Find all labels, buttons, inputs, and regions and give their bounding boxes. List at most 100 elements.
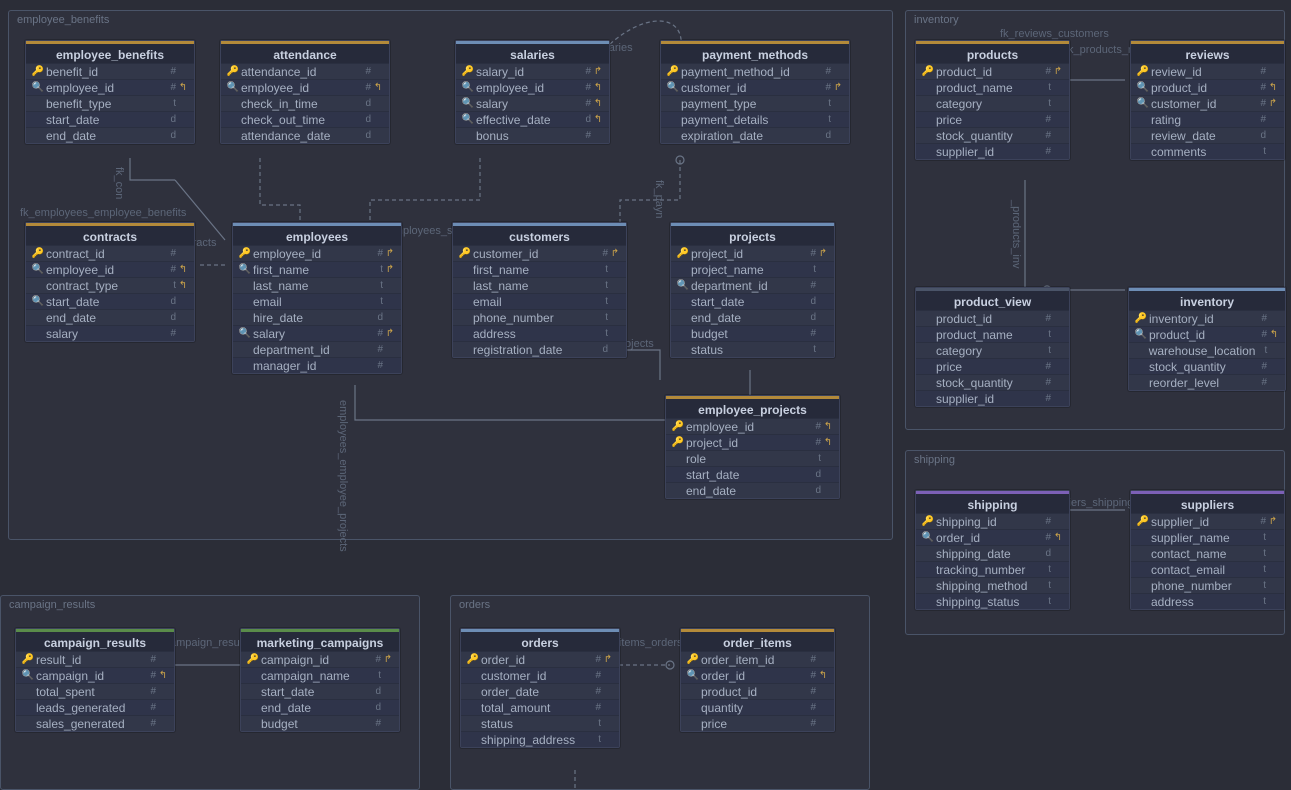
- column-row[interactable]: end_date d: [26, 127, 194, 143]
- column-row[interactable]: order_date #: [461, 683, 619, 699]
- column-row[interactable]: tracking_number t: [916, 561, 1069, 577]
- column-row[interactable]: stock_quantity #: [916, 127, 1069, 143]
- column-row[interactable]: campaign_name t: [241, 667, 399, 683]
- entity-reviews[interactable]: reviews 🔑 review_id # 🔍 product_id # ↰ 🔍…: [1130, 40, 1285, 160]
- column-row[interactable]: 🔑 contract_id #: [26, 245, 194, 261]
- column-row[interactable]: 🔑 employee_id # ↰: [666, 418, 839, 434]
- column-row[interactable]: 🔍 start_date d: [26, 293, 194, 309]
- column-row[interactable]: budget #: [241, 715, 399, 731]
- column-row[interactable]: 🔑 product_id # ↱: [916, 63, 1069, 79]
- column-row[interactable]: supplier_name t: [1131, 529, 1284, 545]
- column-row[interactable]: bonus #: [456, 127, 609, 143]
- column-row[interactable]: comments t: [1131, 143, 1284, 159]
- column-row[interactable]: last_name t: [453, 277, 626, 293]
- column-row[interactable]: product_id #: [681, 683, 834, 699]
- column-row[interactable]: status t: [461, 715, 619, 731]
- column-row[interactable]: 🔑 payment_method_id #: [661, 63, 849, 79]
- column-row[interactable]: project_name t: [671, 261, 834, 277]
- column-row[interactable]: 🔑 shipping_id #: [916, 513, 1069, 529]
- column-row[interactable]: salary #: [26, 325, 194, 341]
- column-row[interactable]: product_id #: [916, 310, 1069, 326]
- column-row[interactable]: 🔑 result_id #: [16, 651, 174, 667]
- column-row[interactable]: 🔍 campaign_id # ↰: [16, 667, 174, 683]
- column-row[interactable]: category t: [916, 342, 1069, 358]
- column-row[interactable]: shipping_date d: [916, 545, 1069, 561]
- column-row[interactable]: 🔍 employee_id # ↰: [26, 261, 194, 277]
- column-row[interactable]: category t: [916, 95, 1069, 111]
- column-row[interactable]: end_date d: [26, 309, 194, 325]
- column-row[interactable]: 🔍 effective_date d ↰: [456, 111, 609, 127]
- entity-inventory[interactable]: inventory 🔑 inventory_id # 🔍 product_id …: [1128, 287, 1286, 391]
- column-row[interactable]: 🔑 salary_id # ↱: [456, 63, 609, 79]
- column-row[interactable]: product_name t: [916, 326, 1069, 342]
- column-row[interactable]: 🔍 order_id # ↰: [916, 529, 1069, 545]
- column-row[interactable]: 🔍 order_id # ↰: [681, 667, 834, 683]
- column-row[interactable]: supplier_id #: [916, 143, 1069, 159]
- column-row[interactable]: expiration_date d: [661, 127, 849, 143]
- column-row[interactable]: check_out_time d: [221, 111, 389, 127]
- column-row[interactable]: 🔑 project_id # ↱: [671, 245, 834, 261]
- column-row[interactable]: 🔍 product_id # ↰: [1129, 326, 1285, 342]
- column-row[interactable]: rating #: [1131, 111, 1284, 127]
- column-row[interactable]: last_name t: [233, 277, 401, 293]
- entity-order-items[interactable]: order_items 🔑 order_item_id # 🔍 order_id…: [680, 628, 835, 732]
- column-row[interactable]: email t: [453, 293, 626, 309]
- entity-payment-methods[interactable]: payment_methods 🔑 payment_method_id # 🔍 …: [660, 40, 850, 144]
- column-row[interactable]: end_date d: [241, 699, 399, 715]
- column-row[interactable]: manager_id #: [233, 357, 401, 373]
- column-row[interactable]: review_date d: [1131, 127, 1284, 143]
- column-row[interactable]: 🔑 employee_id # ↱: [233, 245, 401, 261]
- entity-marketing-campaigns[interactable]: marketing_campaigns 🔑 campaign_id # ↱ ca…: [240, 628, 400, 732]
- column-row[interactable]: benefit_type t: [26, 95, 194, 111]
- entity-orders[interactable]: orders 🔑 order_id # ↱ customer_id # orde…: [460, 628, 620, 748]
- column-row[interactable]: check_in_time d: [221, 95, 389, 111]
- column-row[interactable]: 🔍 customer_id # ↱: [661, 79, 849, 95]
- column-row[interactable]: start_date d: [241, 683, 399, 699]
- column-row[interactable]: contact_name t: [1131, 545, 1284, 561]
- column-row[interactable]: sales_generated #: [16, 715, 174, 731]
- entity-employees[interactable]: employees 🔑 employee_id # ↱ 🔍 first_name…: [232, 222, 402, 374]
- column-row[interactable]: stock_quantity #: [916, 374, 1069, 390]
- column-row[interactable]: reorder_level #: [1129, 374, 1285, 390]
- column-row[interactable]: address t: [453, 325, 626, 341]
- column-row[interactable]: leads_generated #: [16, 699, 174, 715]
- entity-suppliers[interactable]: suppliers 🔑 supplier_id # ↱ supplier_nam…: [1130, 490, 1285, 610]
- entity-products[interactable]: products 🔑 product_id # ↱ product_name t…: [915, 40, 1070, 160]
- column-row[interactable]: supplier_id #: [916, 390, 1069, 406]
- entity-customers[interactable]: customers 🔑 customer_id # ↱ first_name t…: [452, 222, 627, 358]
- column-row[interactable]: 🔑 project_id # ↰: [666, 434, 839, 450]
- column-row[interactable]: 🔍 employee_id # ↰: [456, 79, 609, 95]
- entity-shipping[interactable]: shipping 🔑 shipping_id # 🔍 order_id # ↰ …: [915, 490, 1070, 610]
- column-row[interactable]: price #: [916, 111, 1069, 127]
- column-row[interactable]: shipping_method t: [916, 577, 1069, 593]
- column-row[interactable]: attendance_date d: [221, 127, 389, 143]
- column-row[interactable]: payment_type t: [661, 95, 849, 111]
- column-row[interactable]: first_name t: [453, 261, 626, 277]
- column-row[interactable]: stock_quantity #: [1129, 358, 1285, 374]
- column-row[interactable]: address t: [1131, 593, 1284, 609]
- column-row[interactable]: phone_number t: [453, 309, 626, 325]
- column-row[interactable]: 🔍 salary # ↰: [456, 95, 609, 111]
- column-row[interactable]: 🔍 employee_id # ↰: [221, 79, 389, 95]
- column-row[interactable]: 🔑 inventory_id #: [1129, 310, 1285, 326]
- column-row[interactable]: role t: [666, 450, 839, 466]
- column-row[interactable]: total_amount #: [461, 699, 619, 715]
- column-row[interactable]: 🔍 department_id #: [671, 277, 834, 293]
- column-row[interactable]: phone_number t: [1131, 577, 1284, 593]
- entity-salaries[interactable]: salaries 🔑 salary_id # ↱ 🔍 employee_id #…: [455, 40, 610, 144]
- column-row[interactable]: 🔑 campaign_id # ↱: [241, 651, 399, 667]
- column-row[interactable]: contract_type t ↰: [26, 277, 194, 293]
- column-row[interactable]: 🔑 review_id #: [1131, 63, 1284, 79]
- column-row[interactable]: payment_details t: [661, 111, 849, 127]
- entity-attendance[interactable]: attendance 🔑 attendance_id # 🔍 employee_…: [220, 40, 390, 144]
- entity-employee-benefits[interactable]: employee_benefits 🔑 benefit_id # 🔍 emplo…: [25, 40, 195, 144]
- column-row[interactable]: 🔑 customer_id # ↱: [453, 245, 626, 261]
- column-row[interactable]: 🔑 order_id # ↱: [461, 651, 619, 667]
- column-row[interactable]: 🔍 customer_id # ↱: [1131, 95, 1284, 111]
- column-row[interactable]: price #: [916, 358, 1069, 374]
- column-row[interactable]: hire_date d: [233, 309, 401, 325]
- column-row[interactable]: 🔑 benefit_id #: [26, 63, 194, 79]
- column-row[interactable]: email t: [233, 293, 401, 309]
- entity-projects[interactable]: projects 🔑 project_id # ↱ project_name t…: [670, 222, 835, 358]
- column-row[interactable]: status t: [671, 341, 834, 357]
